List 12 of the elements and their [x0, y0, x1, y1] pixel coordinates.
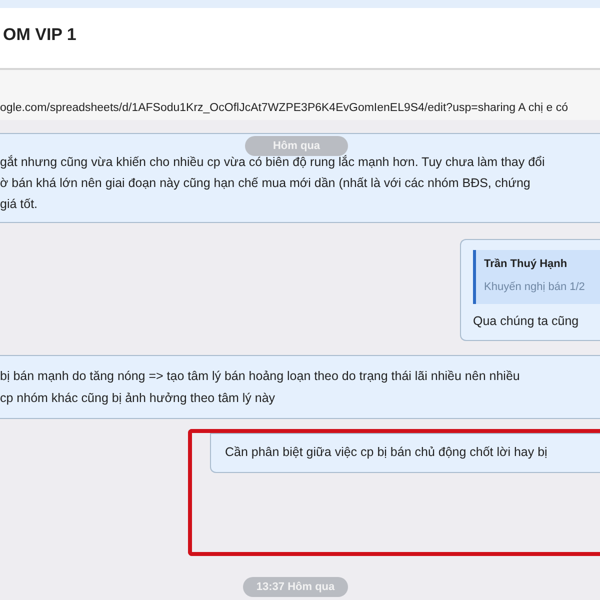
- date-label: Hôm qua: [245, 136, 348, 156]
- chat-title: OM VIP 1: [2, 24, 78, 46]
- quote-author: Trần Thuý Hạnh: [484, 257, 568, 272]
- message-text: ờ bán khá lớn nên giai đoạn này cũng hạn chế mua mới dần (nhất là với các nhóm BĐS, chứng: [0, 176, 530, 190]
- message-text: Qua chúng ta cũng: [473, 314, 579, 328]
- message-text: cp nhóm khác cũng bị ảnh hưởng theo tâm lý này: [0, 391, 276, 405]
- quote-text: Khuyến nghị bán 1/2: [484, 280, 586, 294]
- message-text: gắt nhưng cũng vừa khiến cho nhiều cp vừa có biên độ rung lắc mạnh hơn. Tuy chưa làm thay đổi: [0, 155, 545, 169]
- message-text: bị bán mạnh do tăng nóng => tạo tâm lý bán hoảng loạn theo do trạng thái lãi nhiều nên nhiều: [0, 369, 520, 383]
- message-text: Cần phân biệt giữa việc cp bị bán chủ động chốt lời hay bị: [225, 445, 548, 459]
- date-label: 13:37 Hôm qua: [243, 577, 348, 597]
- message-text: giá tốt.: [0, 197, 38, 211]
